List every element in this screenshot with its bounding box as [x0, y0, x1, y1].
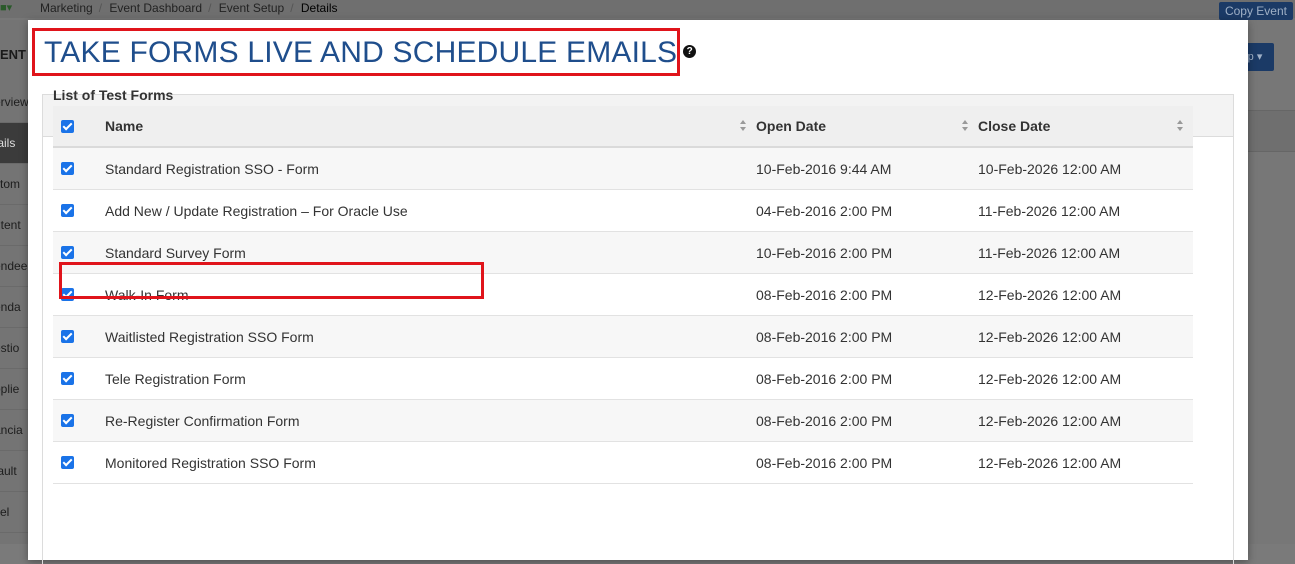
- sidebar-item[interactable]: enda: [0, 287, 28, 328]
- sidebar-item[interactable]: estio: [0, 328, 28, 369]
- breadcrumb-item-details: Details: [300, 1, 338, 15]
- sidebar-item-active[interactable]: tails: [0, 123, 28, 164]
- title-highlight-box: [32, 28, 680, 76]
- column-header-open-date[interactable]: Open Date: [756, 106, 978, 148]
- close-date: 12-Feb-2026 12:00 AM: [978, 273, 1193, 316]
- form-name: Re-Register Confirmation Form: [105, 399, 756, 442]
- sidebar-item[interactable]: ancia: [0, 410, 28, 451]
- help-icon[interactable]: ?: [683, 44, 697, 58]
- close-date: 12-Feb-2026 12:00 AM: [978, 399, 1193, 442]
- row-checkbox-cell: [53, 189, 105, 232]
- select-all-cell: [53, 106, 105, 148]
- sort-icon[interactable]: [740, 120, 747, 132]
- open-date: 04-Feb-2016 2:00 PM: [756, 189, 978, 232]
- sidebar-item[interactable]: stom: [0, 164, 28, 205]
- table-header-row: Name Open Date Close Date: [53, 106, 1193, 148]
- column-header-name[interactable]: Name: [105, 106, 756, 148]
- row-checkbox-cell: [53, 315, 105, 358]
- close-date: 11-Feb-2026 12:00 AM: [978, 189, 1193, 232]
- row-checkbox-cell: [53, 357, 105, 400]
- home-icon: ■▾: [0, 2, 13, 14]
- close-date: 10-Feb-2026 12:00 AM: [978, 147, 1193, 190]
- breadcrumb-item-marketing[interactable]: Marketing: [40, 1, 93, 15]
- row-checkbox[interactable]: [61, 372, 74, 385]
- sort-icon[interactable]: [1177, 120, 1184, 132]
- row-checkbox-cell: [53, 147, 105, 190]
- sort-icon[interactable]: [962, 120, 969, 132]
- close-date: 12-Feb-2026 12:00 AM: [978, 441, 1193, 484]
- copy-event-button[interactable]: Copy Event: [1218, 2, 1293, 20]
- list-label: List of Test Forms: [53, 87, 174, 103]
- row-checkbox-cell: [53, 399, 105, 442]
- column-header-name-label: Name: [105, 118, 144, 134]
- close-date: 12-Feb-2026 12:00 AM: [978, 315, 1193, 358]
- table-row: Re-Register Confirmation Form 08-Feb-201…: [53, 399, 1193, 442]
- open-date: 10-Feb-2016 9:44 AM: [756, 147, 978, 190]
- sidebar-item[interactable]: ntent: [0, 205, 28, 246]
- form-name: Tele Registration Form: [105, 357, 756, 400]
- sidebar-item[interactable]: oplie: [0, 369, 28, 410]
- select-all-checkbox[interactable]: [61, 119, 74, 133]
- sidebar-item[interactable]: vel: [0, 492, 28, 533]
- form-name: Add New / Update Registration – For Orac…: [105, 189, 756, 232]
- sidebar-event-label: ENT: [0, 47, 26, 62]
- row-checkbox[interactable]: [61, 246, 74, 259]
- breadcrumb-item-event-dashboard[interactable]: Event Dashboard: [109, 1, 202, 15]
- open-date: 08-Feb-2016 2:00 PM: [756, 315, 978, 358]
- open-date: 10-Feb-2016 2:00 PM: [756, 231, 978, 274]
- sidebar-item[interactable]: endee: [0, 246, 28, 287]
- close-date: 12-Feb-2026 12:00 AM: [978, 357, 1193, 400]
- background-button-label: p: [1247, 51, 1254, 63]
- column-header-open-date-label: Open Date: [756, 118, 827, 134]
- row-checkbox[interactable]: [61, 162, 74, 175]
- open-date: 08-Feb-2016 2:00 PM: [756, 357, 978, 400]
- table-row: Waitlisted Registration SSO Form 08-Feb-…: [53, 315, 1193, 358]
- form-name: Monitored Registration SSO Form: [105, 441, 756, 484]
- row-checkbox-cell: [53, 441, 105, 484]
- breadcrumb-item-event-setup[interactable]: Event Setup: [219, 1, 284, 15]
- column-header-close-date[interactable]: Close Date: [978, 106, 1193, 148]
- open-date: 08-Feb-2016 2:00 PM: [756, 273, 978, 316]
- sidebar-item[interactable]: erview: [0, 82, 28, 123]
- breadcrumb: ■▾ Marketing / Event Dashboard / Event Set…: [0, 0, 1295, 18]
- table-row: Monitored Registration SSO Form 08-Feb-2…: [53, 441, 1193, 484]
- row-checkbox[interactable]: [61, 330, 74, 343]
- table-row: Standard Registration SSO - Form 10-Feb-…: [53, 147, 1193, 190]
- row-checkbox[interactable]: [61, 204, 74, 217]
- table-row: Tele Registration Form 08-Feb-2016 2:00 …: [53, 357, 1193, 400]
- row-checkbox[interactable]: [61, 456, 74, 469]
- row-highlight-box: [59, 262, 484, 299]
- open-date: 08-Feb-2016 2:00 PM: [756, 399, 978, 442]
- sidebar-item[interactable]: fault: [0, 451, 28, 492]
- form-name: Standard Registration SSO - Form: [105, 147, 756, 190]
- open-date: 08-Feb-2016 2:00 PM: [756, 441, 978, 484]
- form-name: Waitlisted Registration SSO Form: [105, 315, 756, 358]
- close-date: 11-Feb-2026 12:00 AM: [978, 231, 1193, 274]
- modal-dialog: TAKE FORMS LIVE AND SCHEDULE EMAILS? TES…: [28, 20, 1248, 564]
- column-header-close-date-label: Close Date: [978, 118, 1051, 134]
- table-row: Add New / Update Registration – For Orac…: [53, 189, 1193, 232]
- row-checkbox[interactable]: [61, 414, 74, 427]
